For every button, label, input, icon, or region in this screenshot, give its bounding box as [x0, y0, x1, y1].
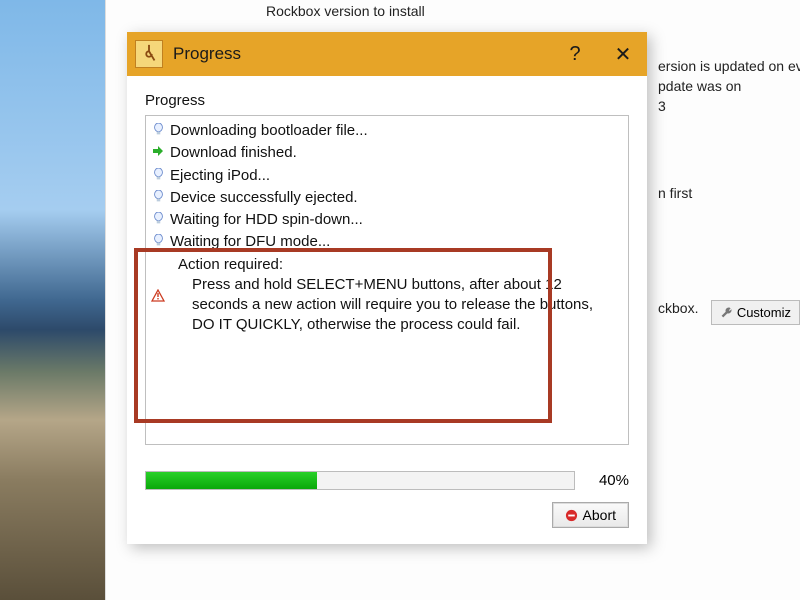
info-icon	[150, 234, 166, 248]
log-row: Waiting for DFU mode...	[146, 231, 628, 253]
section-label: Progress	[145, 92, 629, 109]
app-icon	[135, 40, 163, 68]
bg-text: pdate was on	[658, 78, 741, 94]
progress-dialog: Progress ? ✕ Progress Downloading bootlo…	[127, 32, 647, 544]
customize-button-label: Customiz	[737, 305, 791, 320]
warning-block: Action required: Press and hold SELECT+M…	[170, 255, 622, 336]
abort-button-label: Abort	[583, 507, 616, 523]
log-text: Download finished.	[170, 143, 622, 163]
log-row: Download finished.	[146, 142, 628, 164]
warning-body: Press and hold SELECT+MENU buttons, afte…	[178, 275, 622, 336]
bg-text: n first	[658, 185, 692, 201]
log-text: Ejecting iPod...	[170, 166, 622, 186]
dialog-titlebar[interactable]: Progress ? ✕	[127, 32, 647, 76]
progress-percent: 40%	[585, 472, 629, 489]
close-icon: ✕	[615, 42, 632, 67]
progress-fill	[146, 472, 317, 489]
help-button[interactable]: ?	[551, 32, 599, 76]
bg-text: 3	[658, 98, 666, 114]
log-row-warning: Action required: Press and hold SELECT+M…	[146, 254, 628, 337]
log-row: Waiting for HDD spin-down...	[146, 209, 628, 231]
abort-button[interactable]: Abort	[552, 502, 629, 528]
bg-group-label: Rockbox version to install	[266, 3, 425, 19]
wrench-icon	[720, 306, 733, 319]
close-button[interactable]: ✕	[599, 32, 647, 76]
log-text: Waiting for DFU mode...	[170, 232, 622, 252]
desktop-wallpaper	[0, 0, 105, 600]
log-row: Ejecting iPod...	[146, 165, 628, 187]
warning-icon	[150, 289, 166, 302]
question-icon: ?	[569, 43, 580, 66]
log-row: Downloading bootloader file...	[146, 120, 628, 142]
info-icon	[150, 123, 166, 137]
info-icon	[150, 212, 166, 226]
dialog-title: Progress	[173, 44, 241, 64]
stop-icon	[565, 509, 578, 522]
log-text: Downloading bootloader file...	[170, 121, 622, 141]
info-icon	[150, 168, 166, 182]
customize-button[interactable]: Customiz	[711, 300, 800, 325]
info-icon	[150, 190, 166, 204]
bg-text: ersion is updated on ever	[658, 58, 800, 74]
progress-bar	[145, 471, 575, 490]
log-row: Device successfully ejected.	[146, 187, 628, 209]
warning-heading: Action required:	[178, 255, 622, 275]
bg-text: ckbox.	[658, 300, 698, 316]
log-text: Device successfully ejected.	[170, 188, 622, 208]
log-text: Waiting for HDD spin-down...	[170, 210, 622, 230]
progress-log: Downloading bootloader file... Download …	[145, 115, 629, 445]
success-arrow-icon	[150, 145, 166, 157]
